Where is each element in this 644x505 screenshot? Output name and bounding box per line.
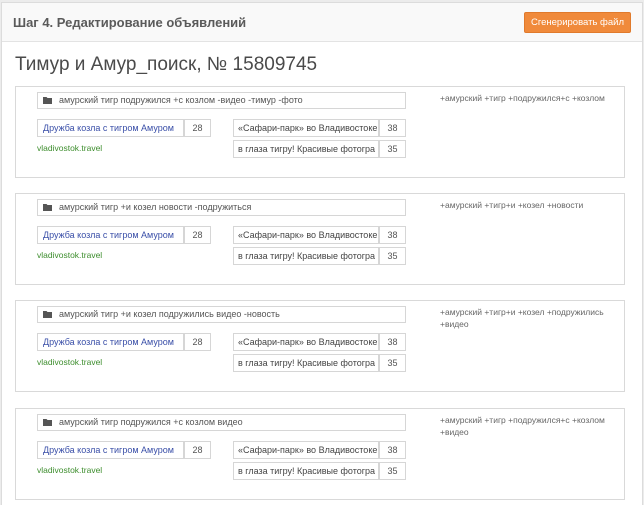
ad-text-line2-field[interactable]: в глаза тигру! Красивые фотогра bbox=[233, 140, 379, 158]
text1-char-count: 38 bbox=[379, 333, 406, 351]
text2-char-count: 35 bbox=[379, 247, 406, 265]
ad-text-line1-field[interactable]: «Сафари-парк» во Владивостоке bbox=[233, 226, 379, 244]
ad-text-line2-field[interactable]: в глаза тигру! Красивые фотогра bbox=[233, 462, 379, 480]
phrase-field[interactable]: амурский тигр подружился +с козлом видео bbox=[37, 414, 406, 431]
ad-card: амурский тигр подружился +с козлом -виде… bbox=[15, 86, 625, 178]
folder-icon bbox=[43, 311, 52, 318]
text1-char-count: 38 bbox=[379, 226, 406, 244]
phrase-text: амурский тигр +и козел новости -подружит… bbox=[59, 202, 252, 212]
ad-card: амурский тигр подружился +с козлом видео… bbox=[15, 408, 625, 500]
keywords-text: +амурский +тигр+и +козел +новости bbox=[440, 200, 584, 210]
title-char-count: 28 bbox=[184, 333, 211, 351]
step-title: Шаг 4. Редактирование объявлений bbox=[13, 14, 247, 30]
keywords-text: +амурский +тигр+и +козел +подружились +в… bbox=[440, 307, 604, 329]
phrase-field[interactable]: амурский тигр +и козел подружились видео… bbox=[37, 306, 406, 323]
ad-text-line2-field[interactable]: в глаза тигру! Красивые фотогра bbox=[233, 247, 379, 265]
generate-file-button[interactable]: Сгенерировать файл bbox=[524, 11, 631, 33]
ad-title-field[interactable]: Дружба козла с тигром Амуром bbox=[37, 333, 184, 351]
title-char-count: 28 bbox=[184, 226, 211, 244]
ad-card: амурский тигр +и козел подружились видео… bbox=[15, 300, 625, 392]
ad-text-line1-field[interactable]: «Сафари-парк» во Владивостоке bbox=[233, 441, 379, 459]
campaign-title: Тимур и Амур_поиск, № 15809745 bbox=[15, 54, 318, 75]
text2-char-count: 35 bbox=[379, 140, 406, 158]
ad-title-field[interactable]: Дружба козла с тигром Амуром bbox=[37, 441, 184, 459]
step-header: Шаг 4. Редактирование объявлений Сгенери… bbox=[2, 3, 642, 42]
phrase-text: амурский тигр подружился +с козлом -виде… bbox=[59, 95, 303, 105]
display-domain: vladivostok.travel bbox=[37, 250, 103, 260]
title-char-count: 28 bbox=[184, 119, 211, 137]
ad-text-line1-field[interactable]: «Сафари-парк» во Владивостоке bbox=[233, 333, 379, 351]
ad-title-field[interactable]: Дружба козла с тигром Амуром bbox=[37, 119, 184, 137]
text1-char-count: 38 bbox=[379, 441, 406, 459]
ad-text-line1-field[interactable]: «Сафари-парк» во Владивостоке bbox=[233, 119, 379, 137]
phrase-field[interactable]: амурский тигр подружился +с козлом -виде… bbox=[37, 92, 406, 109]
keywords-text: +амурский +тигр +подружился+с +козлом bbox=[440, 93, 605, 103]
keywords-text: +амурский +тигр +подружился+с +козлом +в… bbox=[440, 415, 605, 437]
ad-card: амурский тигр +и козел новости -подружит… bbox=[15, 193, 625, 285]
text2-char-count: 35 bbox=[379, 354, 406, 372]
display-domain: vladivostok.travel bbox=[37, 143, 103, 153]
text1-char-count: 38 bbox=[379, 119, 406, 137]
ad-text-line2-field[interactable]: в глаза тигру! Красивые фотогра bbox=[233, 354, 379, 372]
title-char-count: 28 bbox=[184, 441, 211, 459]
phrase-field[interactable]: амурский тигр +и козел новости -подружит… bbox=[37, 199, 406, 216]
phrase-text: амурский тигр +и козел подружились видео… bbox=[59, 309, 280, 319]
ad-title-field[interactable]: Дружба козла с тигром Амуром bbox=[37, 226, 184, 244]
display-domain: vladivostok.travel bbox=[37, 465, 103, 475]
folder-icon bbox=[43, 204, 52, 211]
display-domain: vladivostok.travel bbox=[37, 357, 103, 367]
folder-icon bbox=[43, 419, 52, 426]
folder-icon bbox=[43, 97, 52, 104]
phrase-text: амурский тигр подружился +с козлом видео bbox=[59, 417, 243, 427]
text2-char-count: 35 bbox=[379, 462, 406, 480]
